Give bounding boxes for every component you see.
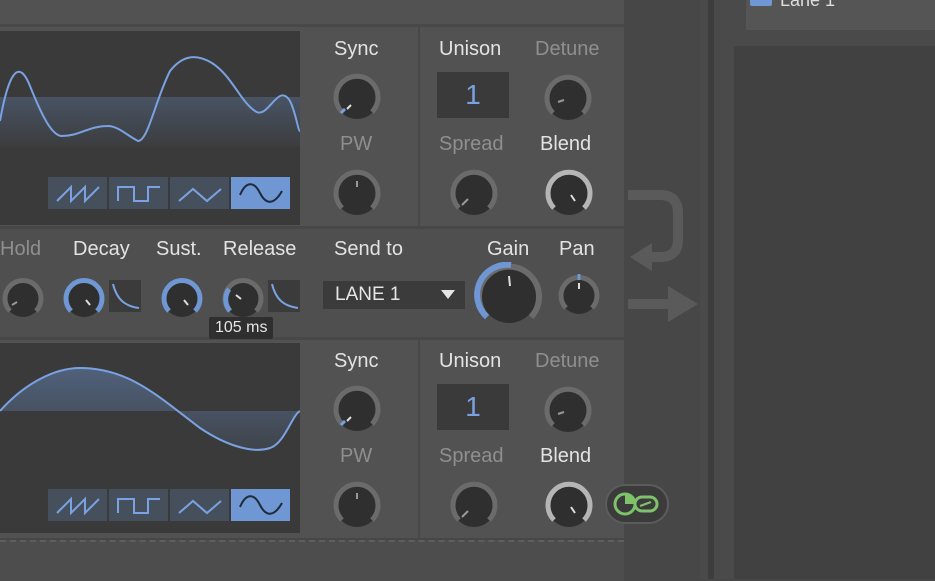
osc2-pw-knob[interactable] xyxy=(331,479,383,536)
osc2-waveform-selector xyxy=(48,489,290,521)
release-tooltip: 105 ms xyxy=(209,317,274,339)
gain-knob[interactable] xyxy=(474,261,544,329)
decay-curve-icon xyxy=(112,283,140,309)
triangle-wave-icon xyxy=(177,187,222,203)
link-toggle-button[interactable] xyxy=(605,484,669,524)
osc2-divider xyxy=(418,340,420,538)
osc1-sine-button[interactable] xyxy=(231,177,290,209)
saw-wave-icon xyxy=(55,496,100,515)
osc1-sync-label: Sync xyxy=(334,38,379,60)
gain-label: Gain xyxy=(487,238,530,260)
next-panel-edge xyxy=(0,540,624,581)
osc1-square-button[interactable] xyxy=(109,177,168,209)
hold-label: Hold xyxy=(0,238,42,260)
osc1-spread-label: Spread xyxy=(439,133,504,155)
osc2-detune-label: Detune xyxy=(535,350,600,372)
right-panel: Lane 1 xyxy=(700,0,935,579)
osc2-blend-label: Blend xyxy=(540,445,592,467)
osc2-detune-knob[interactable] xyxy=(542,384,594,441)
osc1-detune-label: Detune xyxy=(535,38,600,60)
divider xyxy=(708,0,714,579)
output-arrow-icon xyxy=(628,286,698,322)
osc1-triangle-button[interactable] xyxy=(170,177,229,209)
sine-wave-icon xyxy=(238,183,283,203)
send-to-value: LANE 1 xyxy=(335,284,401,305)
hold-knob[interactable] xyxy=(0,275,46,326)
osc1-detune-knob[interactable] xyxy=(542,72,594,129)
decay-label: Decay xyxy=(73,238,130,260)
osc2-triangle-button[interactable] xyxy=(170,489,229,521)
osc2-spread-label: Spread xyxy=(439,445,504,467)
osc1-waveform-selector xyxy=(48,177,290,209)
square-wave-icon xyxy=(116,186,160,202)
sustain-knob[interactable] xyxy=(159,275,205,326)
pan-knob[interactable] xyxy=(554,271,604,322)
triangle-wave-icon xyxy=(177,499,222,515)
lane-header[interactable]: Lane 1 xyxy=(746,0,935,30)
osc2-sine-button[interactable] xyxy=(231,489,290,521)
osc1-blend-knob[interactable] xyxy=(543,167,595,224)
release-label: Release xyxy=(223,238,297,260)
send-to-label: Send to xyxy=(334,238,403,260)
osc2-spread-knob[interactable] xyxy=(448,479,500,536)
osc2-unison-label: Unison xyxy=(439,350,502,372)
osc1-unison-value[interactable]: 1 xyxy=(437,72,509,118)
osc1-pw-knob[interactable] xyxy=(331,167,383,224)
osc1-saw-button[interactable] xyxy=(48,177,107,209)
osc2-blend-knob[interactable] xyxy=(543,479,595,536)
osc2-square-button[interactable] xyxy=(109,489,168,521)
release-curve-icon xyxy=(271,283,299,309)
lane-label: Lane 1 xyxy=(780,0,836,10)
osc1-sync-knob[interactable] xyxy=(331,71,383,128)
sustain-label: Sust. xyxy=(156,238,202,260)
osc1-spread-knob[interactable] xyxy=(448,167,500,224)
lane-color-swatch xyxy=(750,0,772,6)
send-to-dropdown[interactable]: LANE 1 xyxy=(323,281,465,309)
osc2-sync-label: Sync xyxy=(334,350,379,372)
lane-body xyxy=(734,46,935,579)
osc2-saw-button[interactable] xyxy=(48,489,107,521)
osc1-pw-label: PW xyxy=(340,133,373,155)
pan-label: Pan xyxy=(559,238,595,260)
osc1-top-border xyxy=(0,24,624,27)
decay-knob[interactable] xyxy=(61,275,107,326)
osc2-unison-value[interactable]: 1 xyxy=(437,384,509,430)
square-wave-icon xyxy=(116,498,160,514)
decay-curve-button[interactable] xyxy=(109,280,141,312)
osc2-pw-label: PW xyxy=(340,445,373,467)
chevron-down-icon xyxy=(441,290,455,299)
osc2-sync-knob[interactable] xyxy=(331,383,383,440)
osc1-divider xyxy=(418,27,420,226)
saw-wave-icon xyxy=(55,184,100,203)
osc1-unison-label: Unison xyxy=(439,38,502,60)
sine-wave-icon xyxy=(238,495,283,515)
osc1-blend-label: Blend xyxy=(540,133,592,155)
release-curve-button[interactable] xyxy=(268,280,300,312)
link-toggle-icon xyxy=(613,492,659,516)
